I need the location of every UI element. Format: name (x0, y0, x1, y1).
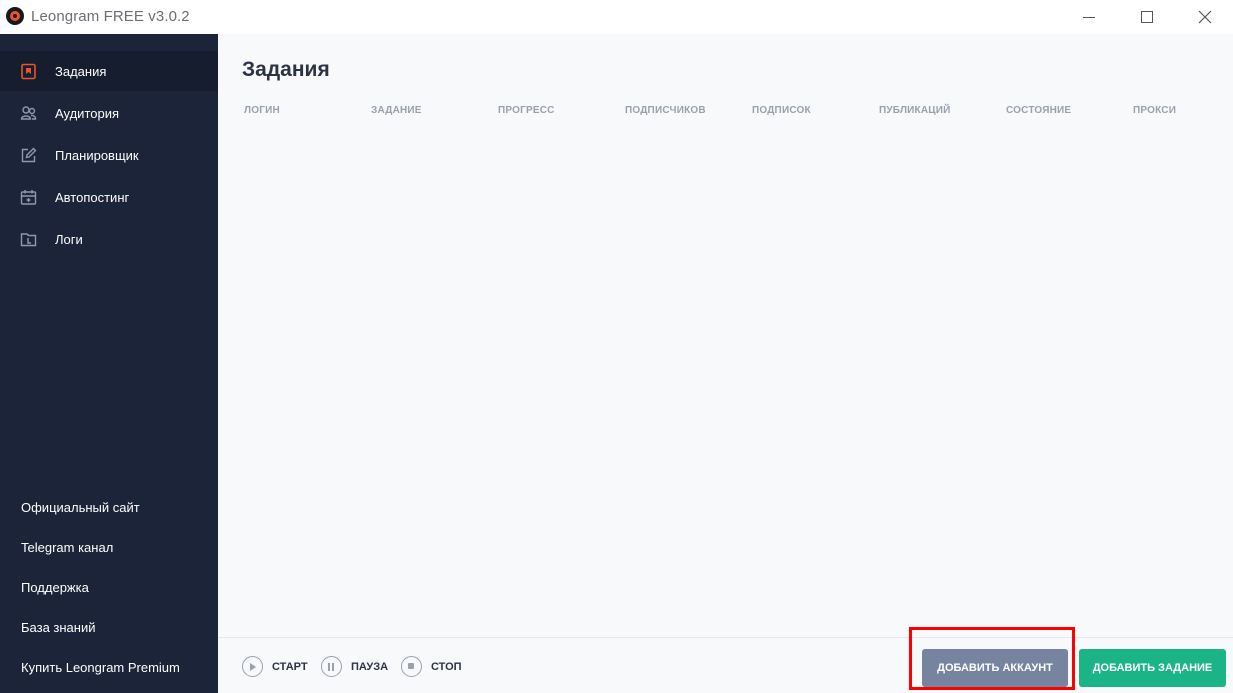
sidebar-item-label: Задания (55, 63, 107, 79)
sidebar: Задания Аудитория Планировщик Автопостин… (0, 34, 218, 693)
page-title: Задания (242, 58, 330, 81)
sidebar-item-label: Автопостинг (55, 189, 130, 205)
pause-label: ПАУЗА (351, 660, 389, 673)
close-button[interactable] (1176, 0, 1233, 34)
support-link[interactable]: Поддержка (21, 580, 89, 595)
calendar-add-icon (20, 189, 37, 206)
add-task-button[interactable]: ДОБАВИТЬ ЗАДАНИЕ (1079, 649, 1226, 687)
users-icon (20, 105, 37, 122)
knowledge-base-link[interactable]: База знаний (21, 620, 96, 635)
play-icon (242, 656, 263, 677)
sidebar-item-audience[interactable]: Аудитория (0, 93, 218, 133)
sidebar-item-tasks[interactable]: Задания (0, 51, 218, 91)
app-logo-icon (6, 7, 24, 25)
column-header-followers[interactable]: ПОДПИСЧИКОВ (625, 105, 706, 116)
sidebar-item-label: Планировщик (55, 147, 139, 163)
sidebar-item-logs[interactable]: Логи (0, 219, 218, 259)
official-site-link[interactable]: Официальный сайт (21, 500, 140, 515)
column-header-login[interactable]: ЛОГИН (244, 105, 280, 116)
sidebar-item-label: Аудитория (55, 105, 120, 121)
main-panel: Задания ЛОГИН ЗАДАНИЕ ПРОГРЕСС ПОДПИСЧИК… (218, 34, 1233, 693)
column-header-task[interactable]: ЗАДАНИЕ (371, 105, 422, 116)
pause-button[interactable]: ПАУЗА (321, 656, 388, 677)
start-button[interactable]: СТАРТ (242, 656, 308, 677)
column-header-posts[interactable]: ПУБЛИКАЦИЙ (879, 105, 951, 116)
maximize-button[interactable] (1118, 0, 1176, 34)
stop-label: СТОП (431, 660, 462, 673)
add-account-button[interactable]: ДОБАВИТЬ АККАУНТ (922, 649, 1068, 687)
sidebar-item-autoposting[interactable]: Автопостинг (0, 177, 218, 217)
column-header-progress[interactable]: ПРОГРЕСС (498, 105, 555, 116)
edit-icon (20, 147, 37, 164)
pause-icon (321, 656, 342, 677)
close-icon (1198, 10, 1212, 24)
sidebar-item-scheduler[interactable]: Планировщик (0, 135, 218, 175)
column-header-proxy[interactable]: ПРОКСИ (1133, 105, 1176, 116)
folder-icon (20, 231, 37, 248)
column-header-status[interactable]: СОСТОЯНИЕ (1006, 105, 1071, 116)
minimize-icon (1083, 16, 1095, 18)
telegram-channel-link[interactable]: Telegram канал (21, 540, 113, 555)
buy-premium-link[interactable]: Купить Leongram Premium (21, 660, 180, 675)
bookmark-icon (20, 63, 37, 80)
title-bar: Leongram FREE v3.0.2 (0, 0, 1233, 34)
stop-icon (401, 656, 422, 677)
maximize-icon (1141, 11, 1153, 23)
window-title: Leongram FREE v3.0.2 (31, 8, 190, 25)
column-header-following[interactable]: ПОДПИСОК (752, 105, 811, 116)
start-label: СТАРТ (272, 660, 308, 673)
minimize-button[interactable] (1060, 0, 1118, 34)
footer-toolbar: СТАРТ ПАУЗА СТОП ДОБАВИТЬ АККАУНТ ДОБАВИ… (218, 637, 1233, 693)
sidebar-item-label: Логи (55, 231, 83, 247)
stop-button[interactable]: СТОП (401, 656, 462, 677)
